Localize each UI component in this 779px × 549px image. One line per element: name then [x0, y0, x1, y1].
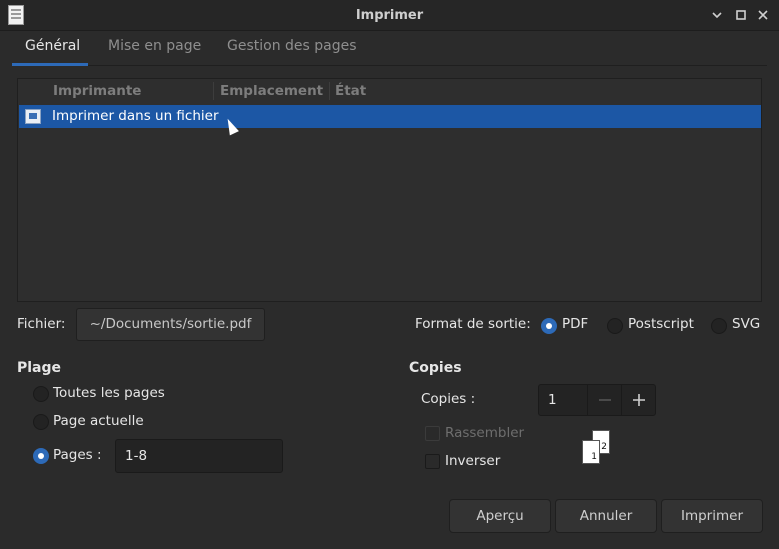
copies-value[interactable]: 1 [548, 392, 557, 408]
maximize-icon[interactable] [733, 7, 749, 23]
file-chooser-button[interactable]: ~/Documents/sortie.pdf [76, 308, 265, 341]
radio-pages-label[interactable]: Pages : [53, 447, 102, 463]
cancel-button[interactable]: Annuler [555, 499, 657, 533]
preview-page-1: 1 [582, 440, 600, 464]
tab-page-handling[interactable]: Gestion des pages [227, 32, 357, 66]
radio-svg-label[interactable]: SVG [732, 316, 760, 332]
radio-postscript-label[interactable]: Postscript [628, 316, 694, 332]
print-to-file-icon [25, 109, 41, 124]
minus-icon[interactable] [587, 385, 621, 415]
printer-name: Imprimer dans un fichier [52, 108, 219, 124]
radio-current-page[interactable] [33, 414, 49, 430]
radio-pdf-label[interactable]: PDF [562, 316, 588, 332]
radio-postscript[interactable] [607, 318, 623, 334]
radio-pages[interactable] [33, 448, 49, 464]
close-icon[interactable] [755, 7, 771, 23]
radio-all-pages-label[interactable]: Toutes les pages [53, 385, 165, 401]
collate-label: Rassembler [445, 425, 525, 441]
tab-general[interactable]: Général [25, 32, 80, 66]
radio-current-page-label[interactable]: Page actuelle [53, 413, 144, 429]
reverse-label[interactable]: Inverser [445, 453, 500, 469]
column-header-location[interactable]: Emplacement [220, 79, 323, 103]
range-heading: Plage [17, 360, 62, 376]
column-header-printer[interactable]: Imprimante [53, 79, 141, 103]
window-title: Imprimer [355, 8, 424, 23]
collate-preview: 2 1 [582, 430, 612, 466]
column-separator [213, 82, 214, 100]
plus-icon[interactable] [621, 385, 655, 415]
reverse-checkbox[interactable] [425, 454, 440, 469]
radio-svg[interactable] [711, 318, 727, 334]
file-label: Fichier: [17, 316, 66, 332]
printer-list[interactable]: Imprimante Emplacement État Imprimer dan… [17, 78, 762, 302]
output-format-label: Format de sortie: [415, 316, 531, 332]
column-header-state[interactable]: État [335, 79, 366, 103]
printer-row-print-to-file[interactable]: Imprimer dans un fichier [19, 105, 761, 128]
radio-pdf[interactable] [541, 318, 557, 334]
copies-label: Copies : [421, 391, 476, 407]
column-separator [329, 82, 330, 100]
tab-separator [12, 65, 767, 66]
tab-page-setup[interactable]: Mise en page [108, 32, 201, 66]
preview-button[interactable]: Aperçu [449, 499, 551, 533]
collate-checkbox[interactable] [425, 426, 440, 441]
copies-heading: Copies [409, 360, 462, 376]
active-tab-indicator [12, 63, 88, 66]
minimize-icon[interactable] [709, 7, 725, 23]
copies-spinbutton[interactable]: 1 [538, 384, 656, 416]
radio-all-pages[interactable] [33, 386, 49, 402]
print-button[interactable]: Imprimer [661, 499, 763, 533]
pages-input[interactable]: 1-8 [115, 439, 283, 473]
title-bar: Imprimer [0, 0, 779, 31]
